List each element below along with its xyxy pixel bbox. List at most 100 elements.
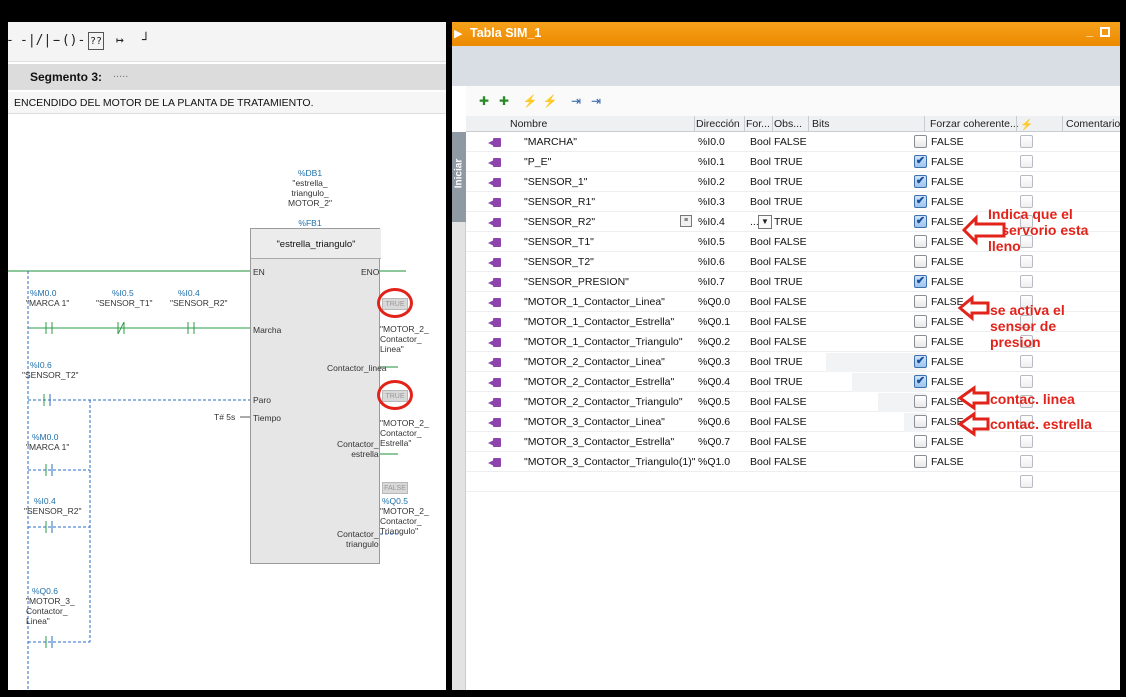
expand-arrow-icon[interactable]: ▶ xyxy=(454,27,462,40)
trigger-checkbox[interactable] xyxy=(1020,135,1033,148)
tag-name[interactable]: "MOTOR_3_Contactor_Estrella" xyxy=(524,436,674,448)
contact-paro-name[interactable]: "SENSOR_T2" xyxy=(22,370,79,380)
table-row[interactable]: "P_E" %I0.1 Bool TRUE ✔ FALSE xyxy=(466,153,1120,172)
modify-trigger-icon[interactable]: ⚡ xyxy=(542,93,558,109)
trigger-checkbox[interactable] xyxy=(1020,175,1033,188)
tag-address[interactable]: %I0.5 xyxy=(698,236,725,248)
bit-checkbox[interactable] xyxy=(914,255,927,268)
trigger-checkbox[interactable] xyxy=(1020,155,1033,168)
bit-checkbox[interactable] xyxy=(914,295,927,308)
trigger-checkbox[interactable] xyxy=(1020,455,1033,468)
tag-name[interactable]: "MOTOR_3_Contactor_Linea" xyxy=(524,416,665,428)
force-value[interactable]: FALSE xyxy=(931,456,964,468)
bit-checkbox[interactable] xyxy=(914,135,927,148)
force-value[interactable]: FALSE xyxy=(931,196,964,208)
contact-marca1-name[interactable]: "MARCA 1" xyxy=(26,298,69,308)
empty-row[interactable] xyxy=(466,473,1120,492)
tag-address[interactable]: %Q0.6 xyxy=(698,416,730,428)
contact-sensor-t1-name[interactable]: "SENSOR_T1" xyxy=(96,298,153,308)
tag-address[interactable]: %I0.2 xyxy=(698,176,725,188)
tag-name[interactable]: "MOTOR_3_Contactor_Triangulo(1)" xyxy=(524,456,695,468)
bit-checkbox[interactable] xyxy=(914,335,927,348)
table-row[interactable]: "MOTOR_2_Contactor_Estrella" %Q0.4 Bool TRU… xyxy=(466,373,1120,392)
bit-checkbox[interactable] xyxy=(914,415,927,428)
or-sensor-r2-name[interactable]: "SENSOR_R2" xyxy=(24,506,82,516)
col-observar[interactable]: Obs... xyxy=(774,118,802,130)
tag-format[interactable]: Bool xyxy=(750,356,771,368)
bit-checkbox[interactable]: ✔ xyxy=(914,215,927,228)
insert-row-icon[interactable]: ✚ xyxy=(496,93,512,109)
table-row[interactable]: "MOTOR_2_Contactor_Linea" %Q0.3 Bool TRUE ✔ F… xyxy=(466,353,1120,372)
col-bits[interactable]: Bits xyxy=(812,118,830,130)
force-value[interactable]: FALSE xyxy=(931,396,964,408)
force-value[interactable]: FALSE xyxy=(931,436,964,448)
tag-format[interactable]: Bool xyxy=(750,396,771,408)
tag-format[interactable]: Bool xyxy=(750,156,771,168)
tiempo-value[interactable]: T# 5s xyxy=(214,412,235,422)
force-value[interactable]: FALSE xyxy=(931,336,964,348)
tag-address[interactable]: %Q0.2 xyxy=(698,336,730,348)
bit-checkbox[interactable] xyxy=(914,455,927,468)
tag-format[interactable]: Bool xyxy=(750,316,771,328)
bit-checkbox[interactable]: ✔ xyxy=(914,275,927,288)
tag-address[interactable]: %Q0.3 xyxy=(698,356,730,368)
force-value[interactable]: FALSE xyxy=(931,256,964,268)
tag-format[interactable]: Bool xyxy=(750,176,771,188)
table-row[interactable]: "MOTOR_3_Contactor_Triangulo(1)" %Q1.0 Boo… xyxy=(466,453,1120,472)
table-row[interactable]: "SENSOR_1" %I0.2 Bool TRUE ✔ FALSE xyxy=(466,173,1120,192)
bit-checkbox[interactable] xyxy=(914,315,927,328)
table-row[interactable]: "SENSOR_PRESION" %I0.7 Bool TRUE ✔ FALSE xyxy=(466,273,1120,292)
contact-sensor-r2-name[interactable]: "SENSOR_R2" xyxy=(170,298,228,308)
tag-format[interactable]: Bool xyxy=(750,416,771,428)
tag-format[interactable]: Bool xyxy=(750,196,771,208)
tag-name[interactable]: "SENSOR_T2" xyxy=(524,256,594,268)
table-row[interactable]: "MARCHA" %I0.0 Bool FALSE FALSE xyxy=(466,133,1120,152)
force-value[interactable]: FALSE xyxy=(931,236,964,248)
tag-format[interactable]: Bool xyxy=(750,376,771,388)
force-value[interactable]: FALSE xyxy=(931,276,964,288)
tag-name[interactable]: "MOTOR_1_Contactor_Linea" xyxy=(524,296,665,308)
tag-name[interactable]: "SENSOR_PRESION" xyxy=(524,276,629,288)
title-bar[interactable]: ▶ Tabla SIM_1 _ xyxy=(452,22,1120,46)
tag-name[interactable]: "MOTOR_1_Contactor_Estrella" xyxy=(524,316,674,328)
force-value[interactable]: FALSE xyxy=(931,156,964,168)
bit-checkbox[interactable]: ✔ xyxy=(914,195,927,208)
force-value[interactable]: FALSE xyxy=(931,216,964,228)
force-value[interactable]: FALSE xyxy=(931,376,964,388)
monitor-all-icon[interactable]: ⇥ xyxy=(588,93,604,109)
tag-name[interactable]: "MARCHA" xyxy=(524,136,577,148)
trigger-checkbox[interactable] xyxy=(1020,475,1033,488)
trigger-checkbox[interactable] xyxy=(1020,255,1033,268)
trigger-checkbox[interactable] xyxy=(1020,375,1033,388)
force-value[interactable]: FALSE xyxy=(931,296,964,308)
trigger-checkbox[interactable] xyxy=(1020,275,1033,288)
out-triangulo-name[interactable]: "MOTOR_2_ Contactor_ Triangulo" xyxy=(380,506,429,536)
bit-checkbox[interactable]: ✔ xyxy=(914,375,927,388)
tag-format[interactable]: Bool xyxy=(750,236,771,248)
tag-address[interactable]: %I0.6 xyxy=(698,256,725,268)
format-dropdown[interactable]: ▼ xyxy=(758,215,772,229)
force-value[interactable]: FALSE xyxy=(931,136,964,148)
col-comentario[interactable]: Comentario xyxy=(1066,118,1120,130)
tag-name[interactable]: "SENSOR_T1" xyxy=(524,236,594,248)
table-row[interactable]: "SENSOR_T2" %I0.6 Bool FALSE FALSE xyxy=(466,253,1120,272)
picker-button[interactable]: ≡ xyxy=(680,215,692,227)
bit-checkbox[interactable] xyxy=(914,435,927,448)
maximize-icon[interactable] xyxy=(1100,27,1110,37)
col-formato[interactable]: For... xyxy=(746,118,770,130)
trigger-checkbox[interactable] xyxy=(1020,435,1033,448)
force-value[interactable]: FALSE xyxy=(931,416,964,428)
tag-name[interactable]: "SENSOR_1" xyxy=(524,176,587,188)
tag-format[interactable]: Bool xyxy=(750,296,771,308)
minimize-icon[interactable]: _ xyxy=(1086,23,1093,38)
tag-address[interactable]: %I0.7 xyxy=(698,276,725,288)
tag-format[interactable]: Bool xyxy=(750,456,771,468)
tag-name[interactable]: "MOTOR_2_Contactor_Triangulo" xyxy=(524,396,683,408)
tag-address[interactable]: %Q0.0 xyxy=(698,296,730,308)
side-tab-iniciar[interactable]: Iniciar xyxy=(452,132,466,222)
bit-checkbox[interactable] xyxy=(914,235,927,248)
out-linea-name[interactable]: "MOTOR_2_ Contactor_ Linea" xyxy=(380,324,429,354)
tag-address[interactable]: %Q1.0 xyxy=(698,456,730,468)
tag-address[interactable]: %Q0.5 xyxy=(698,396,730,408)
tag-address[interactable]: %Q0.1 xyxy=(698,316,730,328)
